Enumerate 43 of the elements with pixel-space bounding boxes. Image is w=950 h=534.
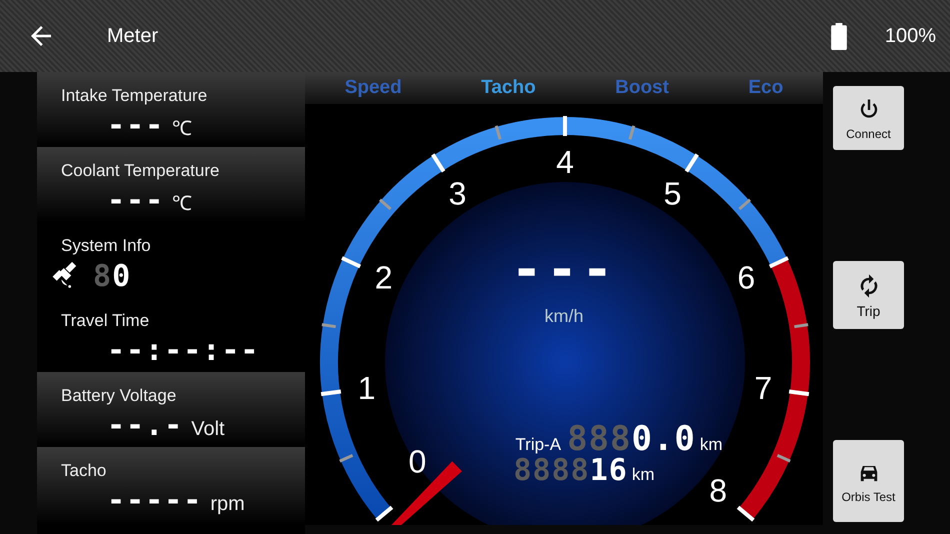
speed-readout: --- (511, 240, 617, 300)
unit-label: Volt (191, 418, 225, 441)
digital-readout: 0 (112, 258, 132, 294)
battery-percentage: 100% (884, 24, 936, 48)
gauge-number: 6 (737, 260, 756, 296)
readout-label: System Info (61, 236, 152, 256)
digital-readout: ----- (107, 483, 202, 518)
gauge-tab[interactable]: Boost (615, 77, 669, 99)
side-button[interactable]: Orbis Test (833, 440, 904, 522)
gauge-number: 2 (374, 260, 393, 296)
unlit-digits: 8 (93, 258, 112, 294)
digital-readout: --.- (107, 408, 184, 443)
speed-unit: km/h (544, 306, 584, 327)
gauge-number: 3 (448, 175, 466, 212)
screen-title: Meter (107, 24, 158, 48)
gauge-number: 1 (358, 370, 376, 406)
gauge-number: 8 (709, 472, 728, 509)
digital-readout: --:--:-- (107, 333, 260, 368)
readout-label: Tacho (61, 461, 108, 481)
unit-label: ℃ (172, 117, 192, 141)
gauge-number: 4 (556, 144, 574, 180)
gauge-number: 7 (754, 370, 772, 406)
readout-label: Battery Voltage (61, 386, 178, 406)
side-button[interactable]: Trip (833, 261, 904, 329)
gauge-tab[interactable]: Speed (344, 77, 402, 99)
gauge-tab[interactable]: Eco (748, 77, 784, 99)
unit-label: km (700, 435, 723, 455)
trip-label: Trip-A (515, 435, 562, 455)
readout-label: Intake Temperature (61, 86, 208, 106)
unit-label: rpm (210, 493, 245, 516)
gauge-tab[interactable]: Tacho (481, 77, 536, 99)
trip-readout: 0.0 (631, 419, 696, 459)
side-button[interactable]: Connect (833, 86, 904, 150)
satellite-icon (51, 262, 79, 290)
digital-readout: --- (107, 108, 164, 143)
battery-icon (830, 22, 847, 50)
gauge-number: 0 (408, 444, 426, 480)
gauge-number: 5 (664, 175, 682, 212)
readout-label: Travel Time (61, 311, 150, 331)
digital-readout: --- (107, 183, 164, 218)
readout-label: Coolant Temperature (61, 161, 220, 181)
unit-label: ℃ (172, 192, 192, 216)
unit-label: km (632, 465, 655, 485)
